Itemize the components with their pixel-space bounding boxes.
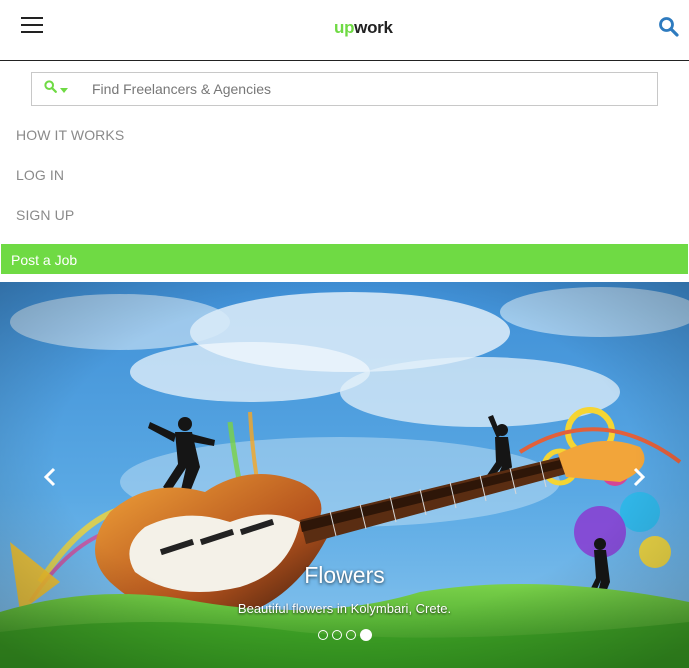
top-navbar: upwork [0, 0, 689, 61]
carousel-caption-title: Flowers [304, 562, 385, 588]
search-input[interactable] [92, 74, 652, 104]
post-a-job-button[interactable]: Post a Job [1, 244, 688, 274]
search-bar [31, 72, 658, 106]
upwork-logo[interactable]: upwork [334, 18, 393, 38]
search-type-dropdown[interactable] [32, 73, 79, 105]
carousel-indicator-1[interactable] [317, 630, 328, 640]
chevron-right-icon [633, 467, 646, 487]
search-icon[interactable] [658, 16, 680, 38]
search-icon [43, 80, 57, 98]
nav-log-in[interactable]: LOG IN [16, 167, 64, 183]
chevron-down-icon [59, 87, 68, 93]
hero-carousel: Flowers Beautiful flowers in Kolymbari, … [0, 282, 689, 668]
carousel-indicator-3[interactable] [345, 630, 356, 640]
carousel-next-button[interactable] [623, 462, 653, 492]
nav-how-it-works[interactable]: HOW IT WORKS [16, 127, 124, 143]
chevron-left-icon [43, 467, 56, 487]
nav-sign-up[interactable]: SIGN UP [16, 207, 74, 223]
carousel-prev-button[interactable] [36, 462, 66, 492]
hamburger-menu-icon[interactable] [21, 17, 43, 33]
carousel-caption-text: Beautiful flowers in Kolymbari, Crete. [237, 601, 452, 616]
carousel-indicator-2[interactable] [331, 630, 342, 640]
carousel-indicators [0, 629, 689, 641]
carousel-indicator-4[interactable] [359, 629, 372, 641]
